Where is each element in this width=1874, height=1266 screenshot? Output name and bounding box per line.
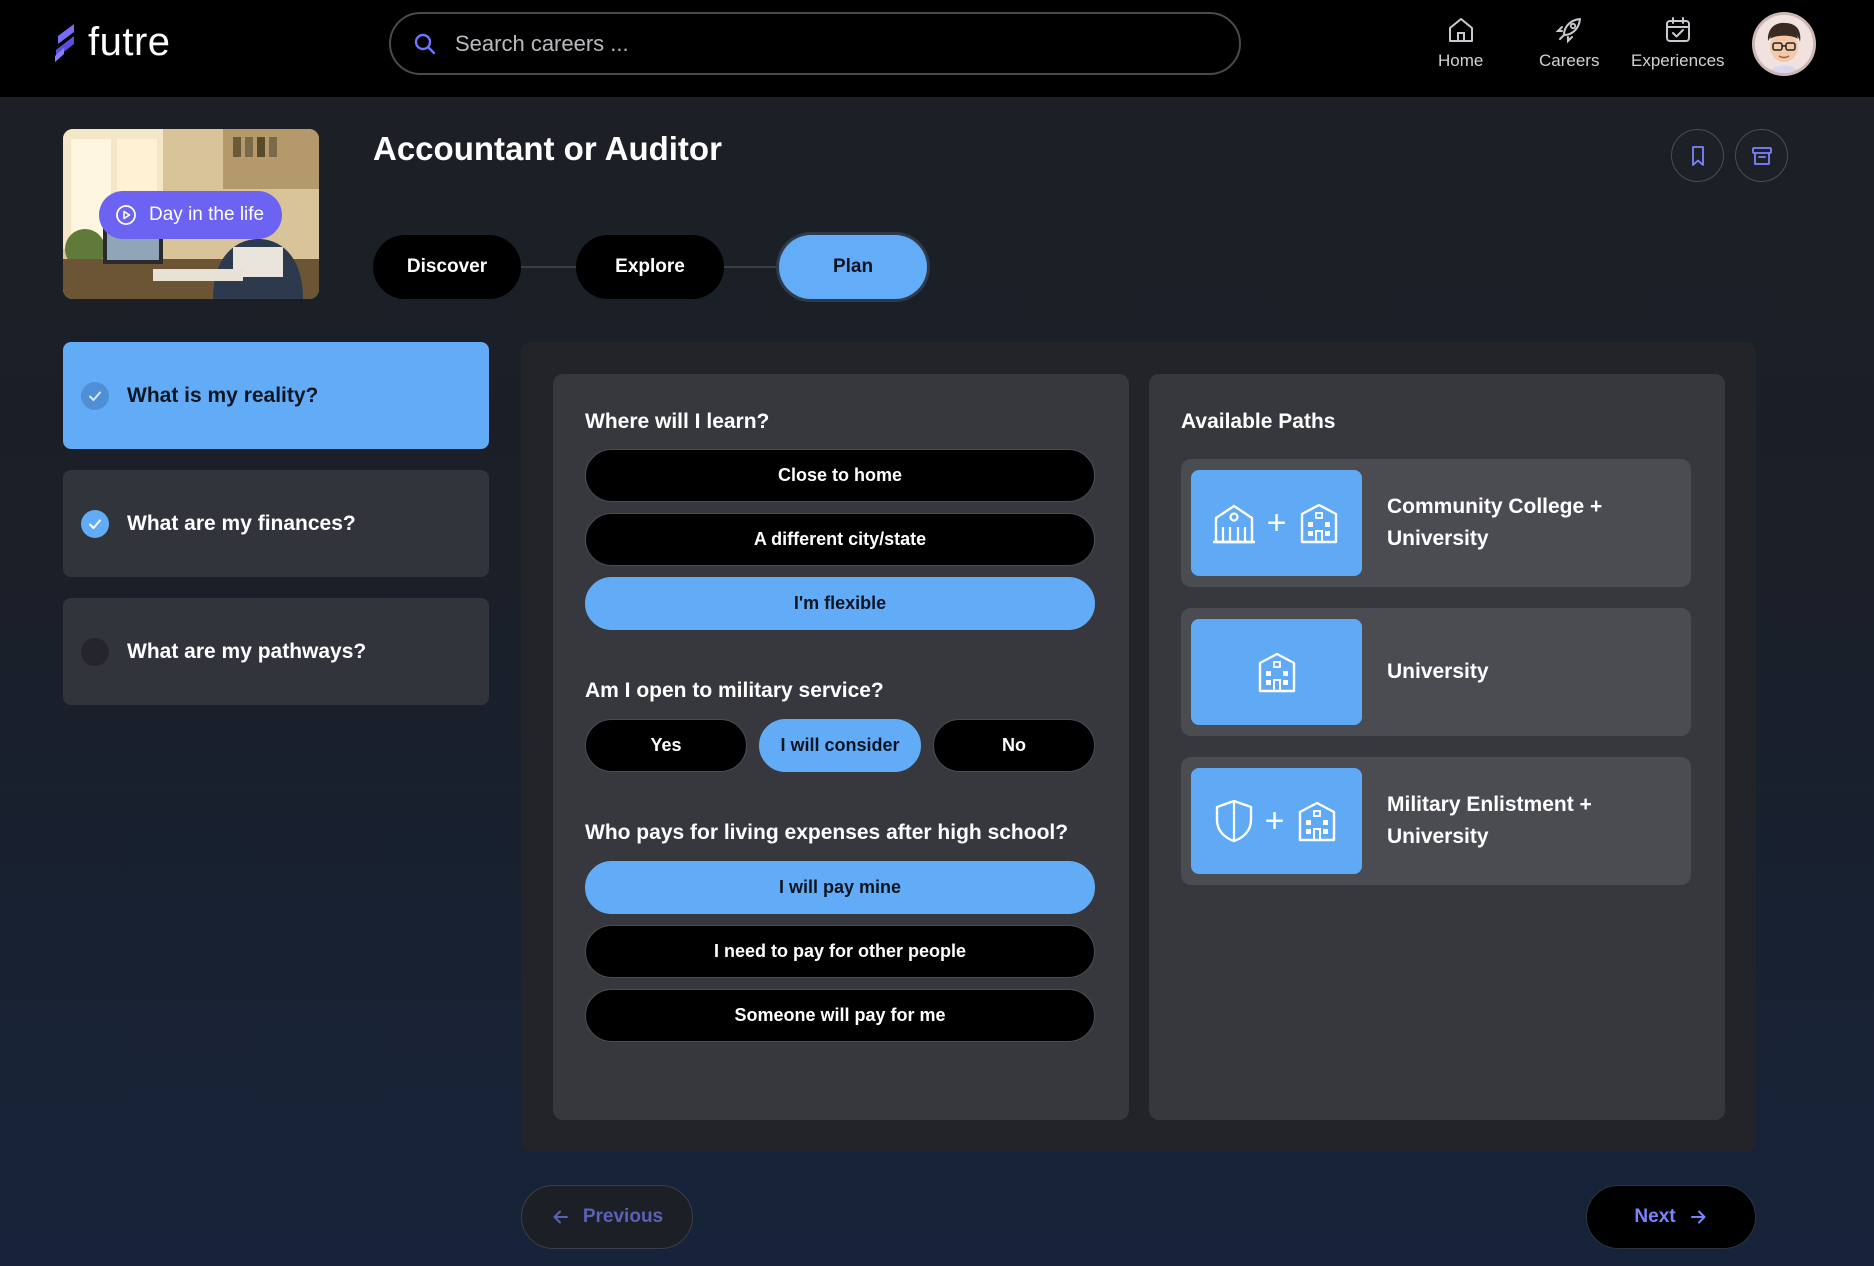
option-military-consider[interactable]: I will consider (759, 719, 921, 772)
option-military-no[interactable]: No (933, 719, 1095, 772)
search-icon (414, 33, 436, 54)
university-icon (1299, 801, 1336, 842)
path-image (1191, 619, 1362, 725)
check-circle-icon (81, 381, 109, 410)
top-bar: futre Home Careers Experiences (0, 0, 1874, 97)
next-button[interactable]: Next (1586, 1185, 1756, 1249)
nav-careers[interactable]: Careers (1539, 15, 1599, 71)
path-image: + (1191, 470, 1362, 576)
plan-panel: Where will I learn? Close to home A diff… (521, 342, 1756, 1152)
question-military-title: Am I open to military service? (585, 679, 884, 702)
day-in-the-life-button[interactable]: Day in the life (99, 191, 283, 239)
university-icon (1258, 652, 1295, 693)
app-name: futre (88, 20, 171, 64)
career-stepper: Discover Explore Plan (373, 235, 929, 299)
previous-label: Previous (582, 1206, 664, 1227)
check-circle-icon (81, 509, 109, 538)
next-label: Next (1634, 1206, 1676, 1227)
section-label: What is my reality? (127, 383, 319, 407)
arrow-right-icon (1690, 1210, 1706, 1224)
option-pay-others[interactable]: I need to pay for other people (585, 925, 1095, 978)
option-flexible[interactable]: I'm flexible (585, 577, 1095, 630)
plus-icon: + (1266, 503, 1287, 542)
archive-icon (1751, 146, 1772, 165)
home-icon (1448, 18, 1473, 42)
section-finances[interactable]: What are my finances? (63, 470, 489, 577)
play-circle-icon (116, 205, 136, 225)
bookmark-icon (1691, 145, 1704, 166)
path-label-line1: Community College + (1387, 495, 1603, 518)
previous-button[interactable]: Previous (521, 1185, 693, 1249)
calendar-check-icon (1665, 17, 1690, 42)
day-in-the-life-label: Day in the life (149, 204, 265, 225)
shield-icon (1215, 799, 1252, 843)
nav-home-label: Home (1438, 51, 1484, 70)
search-bar[interactable] (389, 12, 1241, 75)
empty-circle-icon (81, 637, 109, 666)
futre-logo-icon (55, 23, 74, 62)
nav-experiences[interactable]: Experiences (1631, 15, 1725, 71)
path-label-line2: University (1387, 825, 1489, 848)
path-community-college-university[interactable]: + Community College + University (1181, 459, 1691, 587)
section-label: What are my finances? (127, 511, 356, 535)
step-explore[interactable]: Explore (576, 235, 724, 299)
option-close-to-home[interactable]: Close to home (585, 449, 1095, 502)
section-reality[interactable]: What is my reality? (63, 342, 489, 449)
futre-logo[interactable]: futre (52, 20, 171, 65)
step-plan[interactable]: Plan (779, 235, 927, 299)
path-label-line2: University (1387, 527, 1489, 550)
arrow-left-icon (553, 1210, 568, 1224)
college-icon (1212, 504, 1255, 544)
day-in-the-life-thumbnail[interactable]: Day in the life (63, 129, 319, 299)
search-input[interactable] (455, 30, 1215, 57)
avatar-face-icon (1755, 15, 1813, 73)
path-label: Community College + University (1387, 459, 1677, 587)
question-learn-title: Where will I learn? (585, 410, 770, 433)
path-university[interactable]: University (1181, 608, 1691, 736)
path-label: University (1387, 660, 1489, 683)
path-label: Military Enlistment + University (1387, 757, 1677, 885)
rocket-icon (1555, 18, 1582, 44)
user-avatar[interactable] (1752, 12, 1816, 76)
archive-button[interactable] (1735, 129, 1788, 182)
path-image: + (1191, 768, 1362, 874)
option-pay-mine[interactable]: I will pay mine (585, 861, 1095, 914)
option-military-yes[interactable]: Yes (585, 719, 747, 772)
option-someone-pays[interactable]: Someone will pay for me (585, 989, 1095, 1042)
available-paths-card: Available Paths + Community College + Un… (1149, 374, 1725, 1120)
plus-icon: + (1264, 801, 1285, 840)
option-different-city[interactable]: A different city/state (585, 513, 1095, 566)
nav-experiences-label: Experiences (1631, 51, 1725, 70)
stepper-connector (521, 266, 576, 268)
path-military-university[interactable]: + Military Enlistment + University (1181, 757, 1691, 885)
available-paths-title: Available Paths (1181, 410, 1336, 433)
step-discover[interactable]: Discover (373, 235, 521, 299)
section-pathways[interactable]: What are my pathways? (63, 598, 489, 705)
question-living-title: Who pays for living expenses after high … (585, 821, 1069, 844)
section-label: What are my pathways? (127, 639, 367, 663)
questions-card: Where will I learn? Close to home A diff… (553, 374, 1129, 1120)
path-label-line1: Military Enlistment + (1387, 793, 1592, 816)
university-icon (1301, 503, 1338, 544)
nav-careers-label: Careers (1539, 51, 1600, 70)
career-title: Accountant or Auditor (373, 130, 722, 167)
nav-home[interactable]: Home (1438, 15, 1483, 71)
bookmark-button[interactable] (1671, 129, 1724, 182)
stepper-connector (724, 266, 779, 268)
